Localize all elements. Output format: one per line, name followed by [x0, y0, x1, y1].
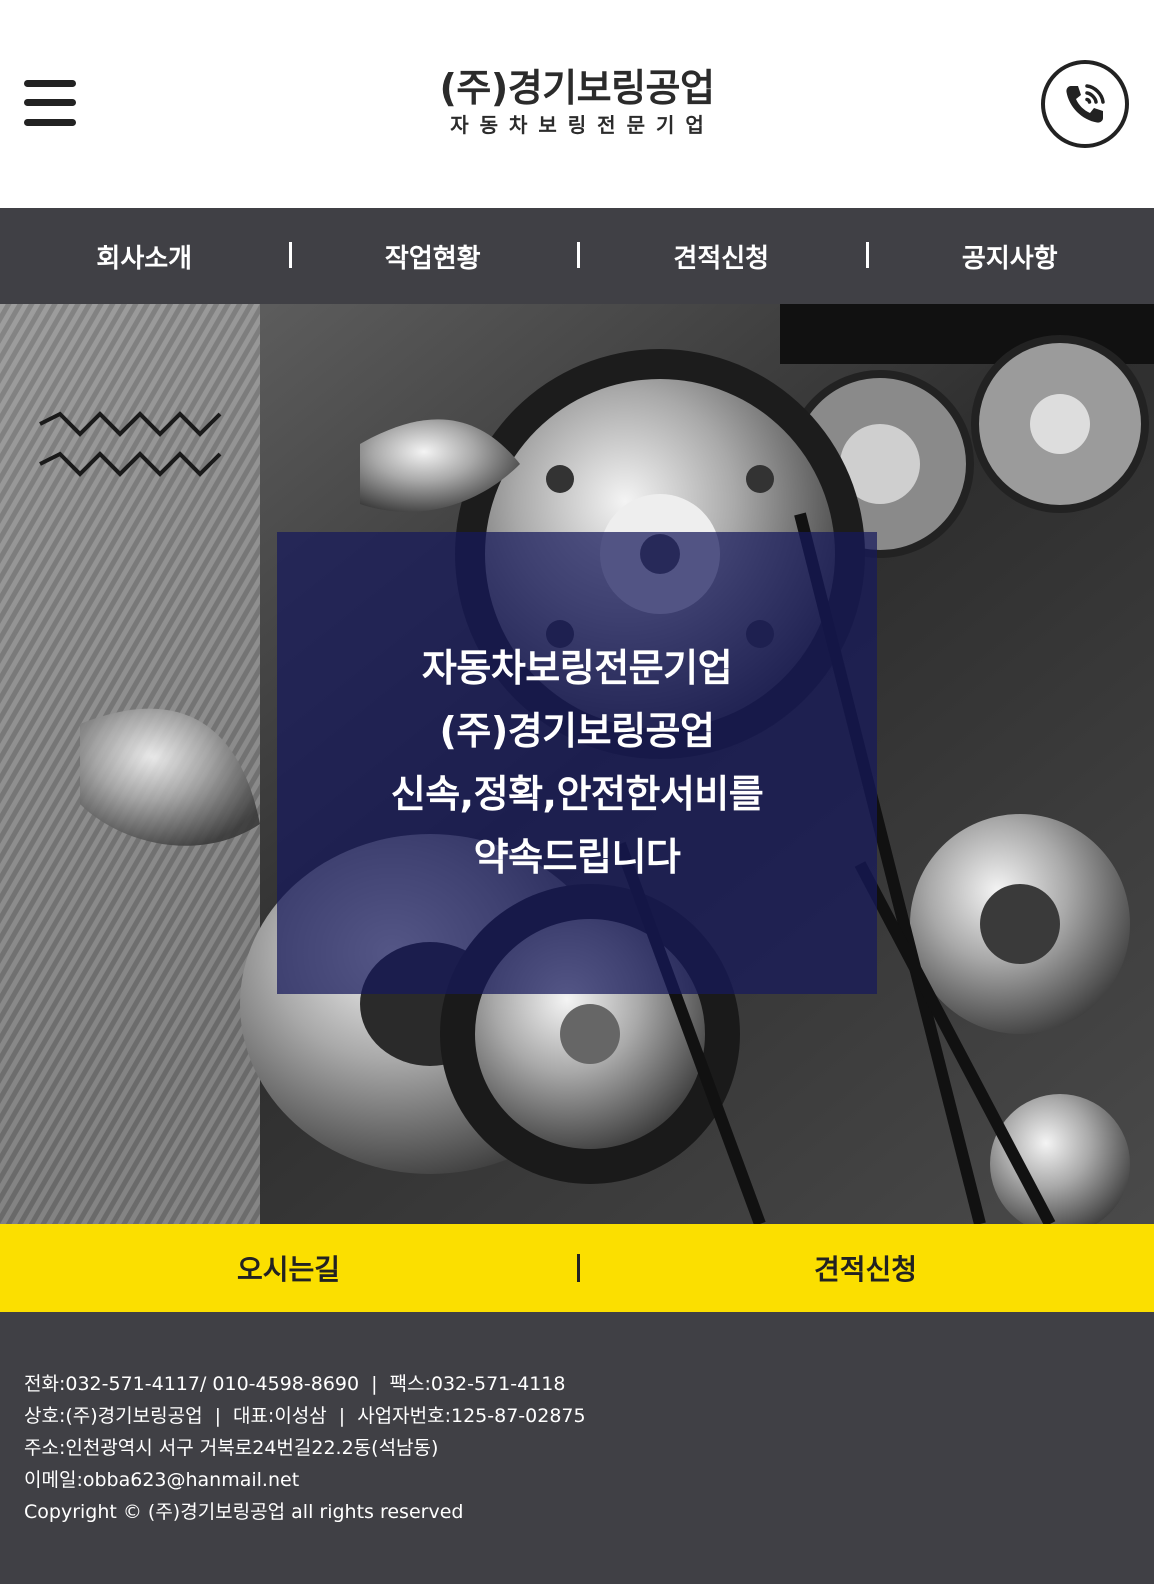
footer-address: 주소:인천광역시 서구 거북로24번길22.2동(석남동) [24, 1437, 439, 1459]
menu-bar [24, 80, 76, 87]
footer-company-line: 상호:(주)경기보링공업 | 대표:이성삼 | 사업자번호:125-87-02875 [24, 1400, 1130, 1432]
nav-item-company-intro[interactable]: 회사소개 [0, 208, 289, 304]
footer-contact-line: 전화:032-571-4117/ 010-4598-8690 | 팩스:032-57… [24, 1368, 1130, 1400]
footer-separator: | [371, 1373, 378, 1395]
directions-link[interactable]: 오시는길 [0, 1224, 577, 1312]
footer-ceo: 대표:이성삼 [232, 1405, 327, 1427]
site-header: (주)경기보링공업 자동차보링전문기업 [0, 0, 1154, 208]
estimate-request-link[interactable]: 견적신청 [577, 1224, 1154, 1312]
phone-call-icon[interactable] [1041, 60, 1129, 148]
hero-line-2: (주)경기보링공업 [439, 709, 715, 753]
hero-line-1: 자동차보링전문기업 [421, 646, 733, 690]
footer-fax: 팩스:032-571-4118 [389, 1373, 566, 1395]
footer-company: 상호:(주)경기보링공업 [24, 1405, 203, 1427]
nav-item-estimate-request[interactable]: 견적신청 [577, 208, 866, 304]
menu-bar [24, 99, 76, 106]
footer-separator: | [338, 1405, 346, 1427]
hamburger-menu-icon[interactable] [24, 80, 76, 126]
phone-glyph [1066, 84, 1105, 123]
brand-subtitle: 자동차보링전문기업 [450, 113, 715, 137]
quick-links-bar: 오시는길 견적신청 [0, 1224, 1154, 1312]
hero-banner: 자동차보링전문기업 (주)경기보링공업 신속,정확,안전한서비를 약속드립니다 [0, 304, 1154, 1224]
site-footer: 전화:032-571-4117/ 010-4598-8690 | 팩스:032-57… [0, 1312, 1154, 1584]
hero-line-3: 신속,정확,안전한서비를 [390, 772, 764, 816]
footer-copyright: Copyright © (주)경기보링공업 all rights reserve… [24, 1501, 464, 1523]
hero-text-overlay: 자동차보링전문기업 (주)경기보링공업 신속,정확,안전한서비를 약속드립니다 [277, 532, 877, 994]
brand-logo[interactable]: (주)경기보링공업 자동차보링전문기업 [330, 64, 824, 138]
footer-biz-number: 사업자번호:125-87-02875 [357, 1405, 586, 1427]
hero-line-4: 약속드립니다 [473, 835, 681, 879]
footer-email: 이메일:obba623@hanmail.net [24, 1469, 300, 1491]
nav-item-notice[interactable]: 공지사항 [865, 208, 1154, 304]
footer-separator: | [214, 1405, 221, 1427]
menu-bar [24, 119, 76, 126]
nav-item-work-status[interactable]: 작업현황 [288, 208, 578, 304]
brand-name: (주)경기보링공업 [439, 66, 715, 110]
main-nav: 회사소개 작업현황 견적신청 공지사항 [0, 208, 1154, 304]
footer-phone: 전화:032-571-4117/ 010-4598-8690 [24, 1373, 360, 1395]
